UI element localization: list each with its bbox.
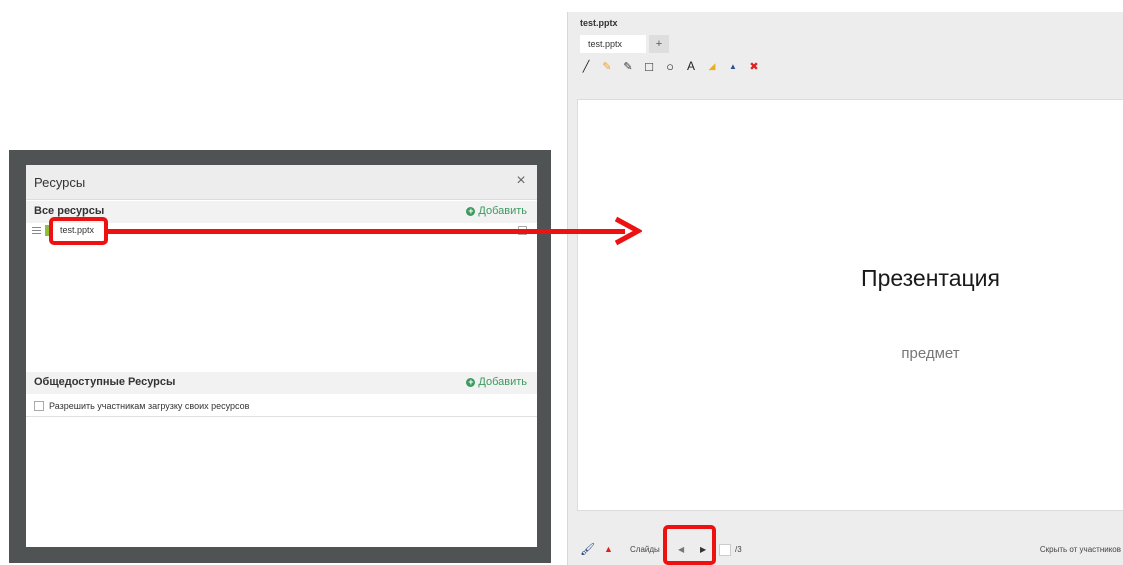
slide-title: Презентация	[861, 265, 1000, 291]
add-tab-button[interactable]: +	[649, 35, 669, 53]
add-resource-label: Добавить	[478, 205, 527, 217]
allow-upload-option[interactable]: Разрешить участникам загрузку своих ресу…	[34, 401, 249, 411]
slides-label[interactable]: Слайды	[630, 545, 660, 554]
slide-canvas[interactable]: Презентация предмет	[577, 99, 1123, 511]
fill-tool-icon[interactable]: ◢	[706, 60, 718, 72]
rectangle-tool-icon[interactable]: □	[643, 59, 655, 74]
text-tool-icon[interactable]: A	[685, 59, 697, 73]
annotation-highlight-resource	[49, 217, 108, 245]
highlighter-tool-icon[interactable]: ✎	[601, 60, 613, 73]
slide-subtitle: предмет	[901, 345, 960, 362]
page-number-input[interactable]	[719, 544, 731, 556]
drawing-toolbar: ╱ ✎ ✎ □ ○ A ◢ ▲ ✖	[580, 58, 760, 74]
allow-upload-label: Разрешить участникам загрузку своих ресу…	[49, 401, 250, 411]
dialog-title: Ресурсы	[34, 175, 86, 190]
brush-icon[interactable]: 🖌	[580, 542, 595, 556]
ellipse-tool-icon[interactable]: ○	[664, 59, 676, 74]
clear-tool-icon[interactable]: ✖	[748, 60, 760, 73]
presentation-viewer: test.pptx test.pptx + ╱ ✎ ✎ □ ○ A ◢ ▲ ✖ …	[567, 12, 1123, 565]
pointer-icon[interactable]: ▲	[604, 544, 613, 554]
line-tool-icon[interactable]: ╱	[580, 60, 592, 73]
annotation-highlight-navigation	[663, 525, 716, 565]
divider	[26, 416, 537, 417]
plus-circle-icon: +	[466, 205, 476, 216]
viewer-title: test.pptx	[580, 18, 618, 28]
all-resources-title: Все ресурсы	[34, 205, 105, 217]
add-public-resource-button[interactable]: + Добавить	[466, 376, 527, 388]
drag-handle-icon[interactable]	[32, 227, 41, 234]
add-public-resource-label: Добавить	[478, 376, 527, 388]
public-resources-title: Общедоступные Ресурсы	[34, 376, 176, 388]
public-resources-header: Общедоступные Ресурсы + Добавить	[26, 372, 537, 394]
add-resource-button[interactable]: + Добавить	[466, 205, 527, 217]
pen-tool-icon[interactable]: ✎	[622, 60, 634, 73]
page-total: /3	[735, 545, 742, 554]
tab-test-pptx[interactable]: test.pptx	[580, 35, 646, 53]
close-icon[interactable]: ×	[513, 173, 529, 189]
allow-upload-checkbox[interactable]	[34, 401, 44, 411]
plus-circle-icon: +	[466, 376, 476, 387]
dialog-header: Ресурсы ×	[26, 165, 537, 200]
slide-navigation-bar: 🖌 ▲ Слайды ◀ ▶ /3 Скрыть от участников	[568, 539, 1123, 561]
annotation-arrow-head-icon	[614, 216, 642, 246]
hide-from-participants-button[interactable]: Скрыть от участников	[1040, 545, 1121, 554]
pointer-tool-icon[interactable]: ▲	[727, 60, 739, 72]
annotation-arrow-line	[105, 229, 625, 234]
